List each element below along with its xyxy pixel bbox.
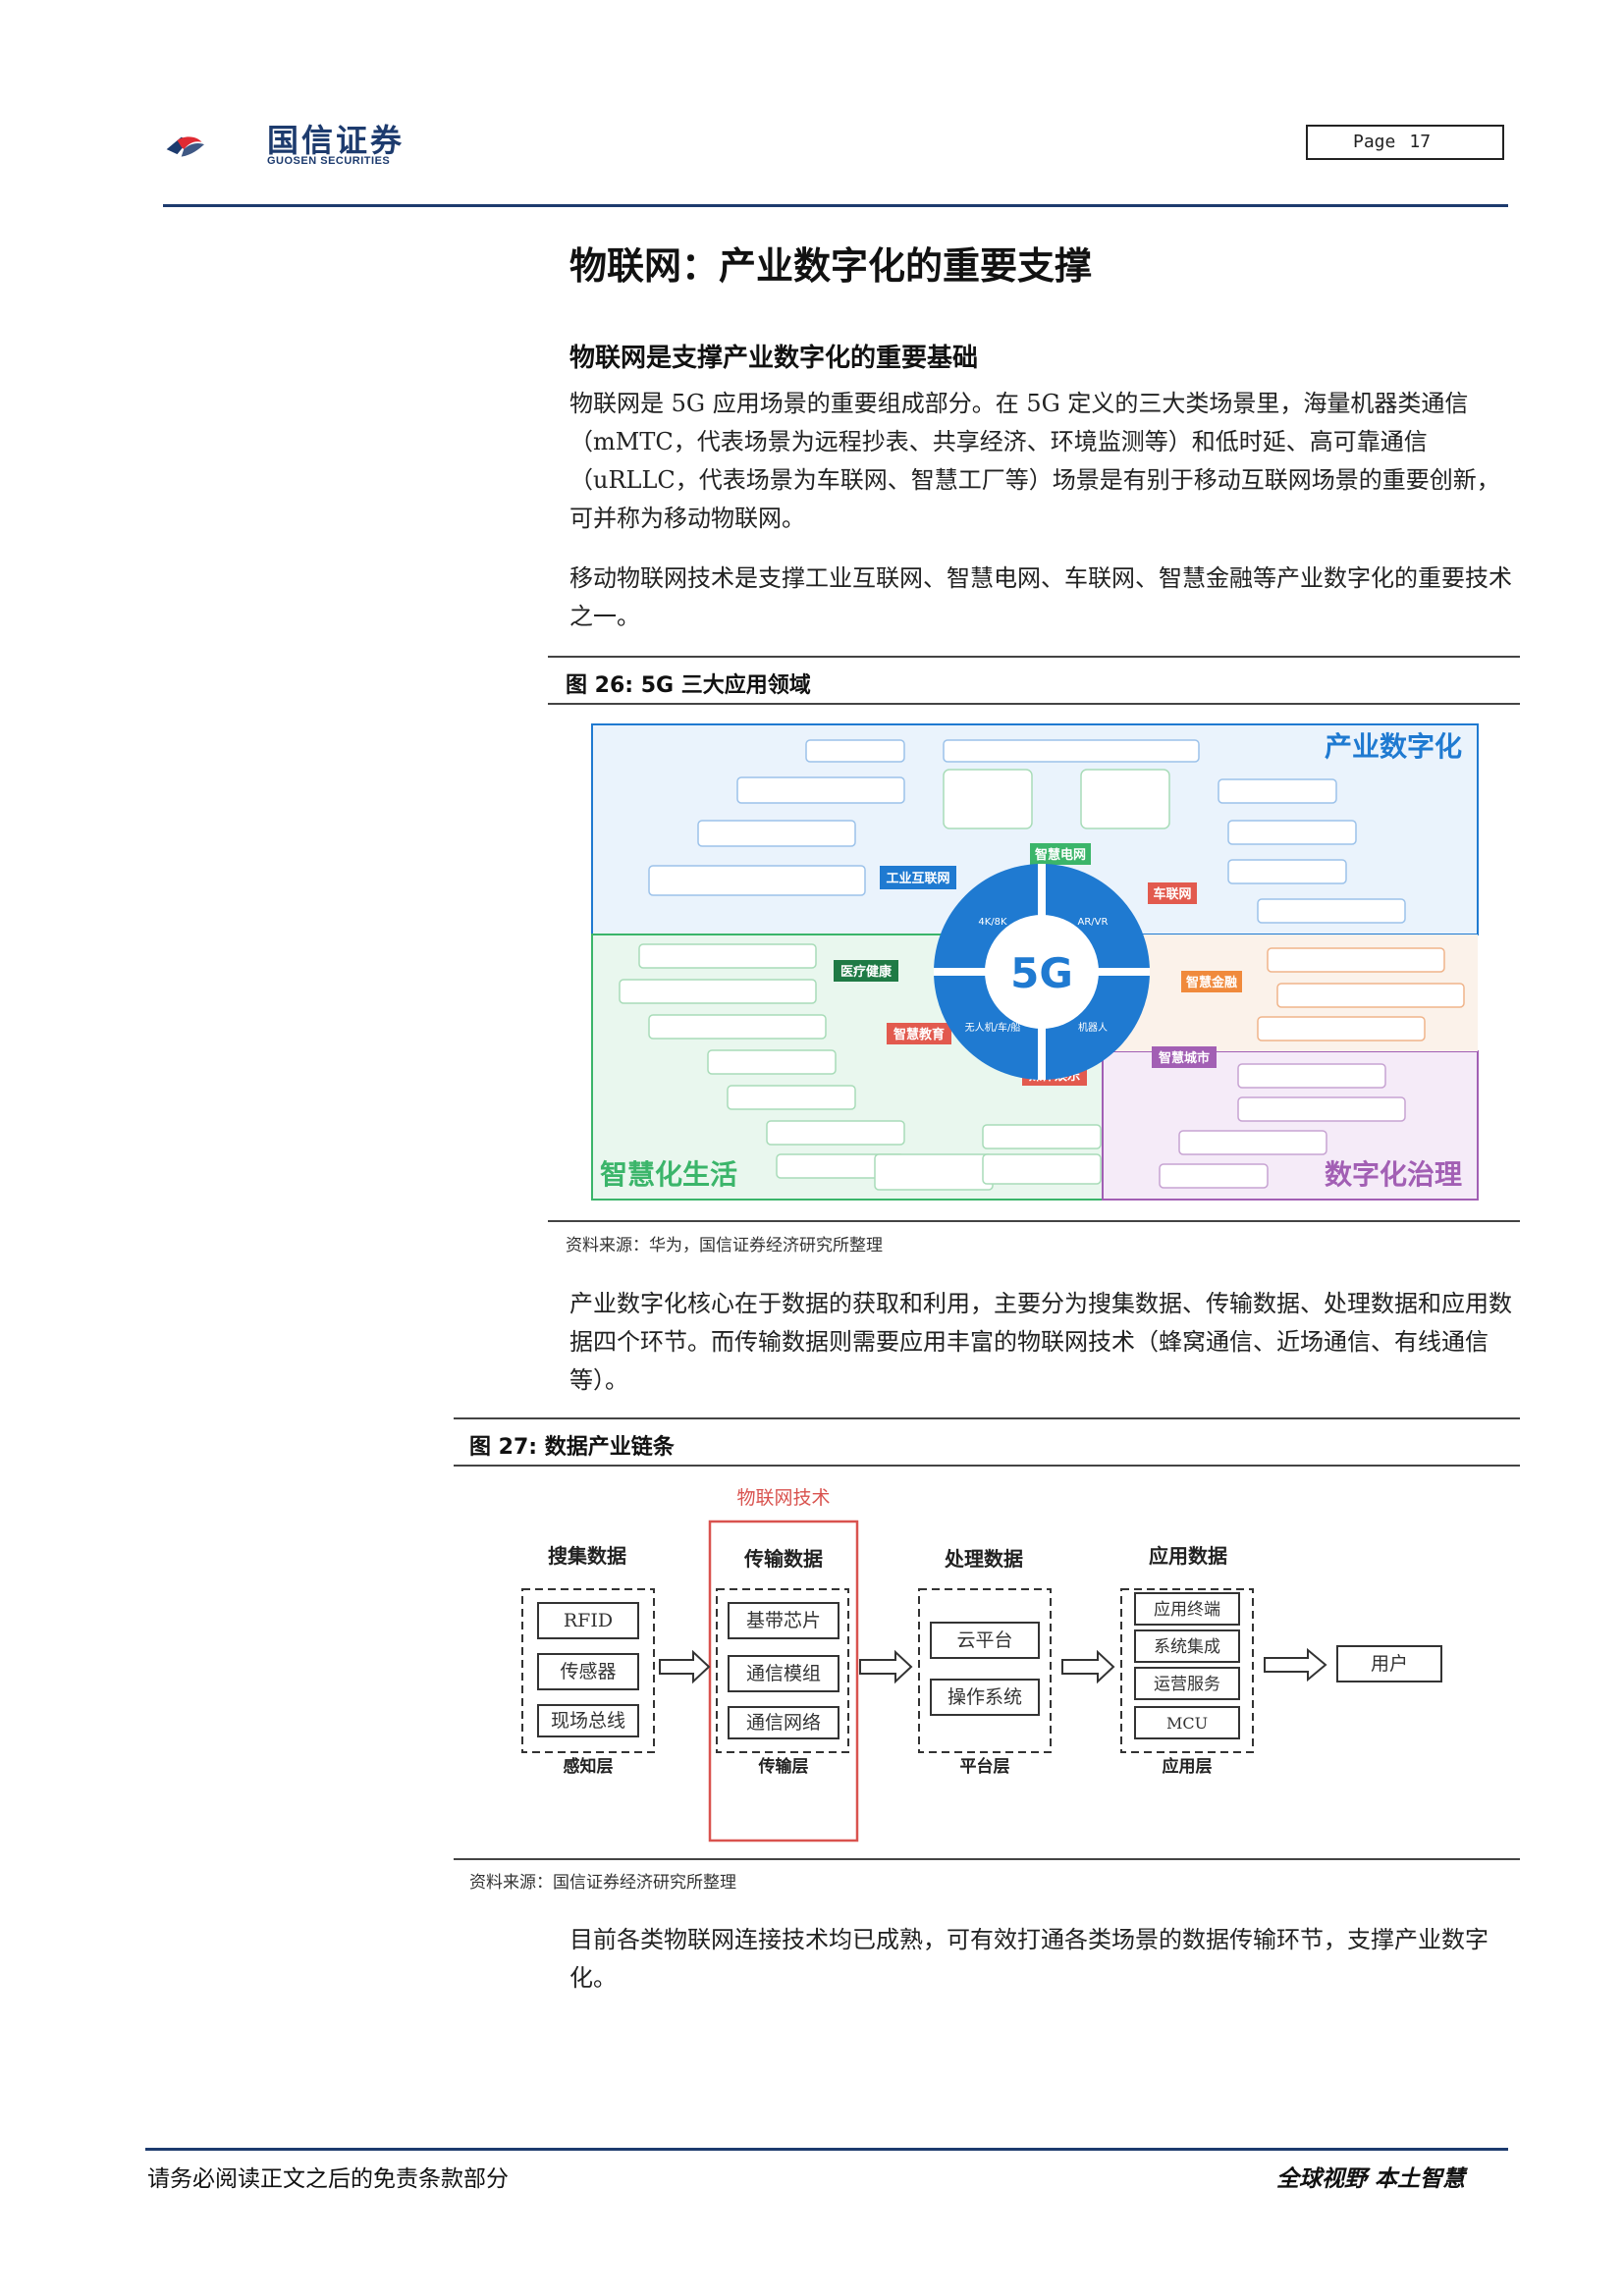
data-industry-chain-diagram: 物联网技术 搜集数据 传输数据 处理数据 应用数据 RFID 传感器 现场总线 … — [521, 1487, 1442, 1842]
figure-27-caption: 图 27: 数据产业链条 — [469, 1435, 675, 1460]
domain-smart-finance: 智慧金融 — [1186, 975, 1237, 990]
paragraph-2: 移动物联网技术是支撑工业互联网、智慧电网、车联网、智慧金融等产业数字化的重要技术… — [569, 564, 1512, 630]
iot-technology-label: 物联网技术 — [736, 1487, 830, 1509]
logo-subtitle: GUOSEN SECURITIES — [267, 155, 391, 167]
layer-perception: 感知层 — [564, 1756, 614, 1777]
item-operation-service: 运营服务 — [1154, 1675, 1220, 1694]
item-comm-network: 通信网络 — [746, 1712, 821, 1734]
item-rfid: RFID — [564, 1610, 613, 1631]
figure-26-caption: 图 26: 5G 三大应用领域 — [566, 673, 811, 698]
svg-text:机器人: 机器人 — [1078, 1021, 1108, 1034]
page-label: Page — [1353, 132, 1396, 152]
stage-apply-title: 应用数据 — [1149, 1544, 1227, 1568]
5g-application-diagram: 工业互联网 智慧电网 车联网 医疗健康 智慧金融 智慧教育 媒体娱乐 智慧城市 … — [591, 723, 1479, 1201]
item-os: 操作系统 — [947, 1686, 1022, 1708]
guosen-logo-icon — [166, 136, 204, 157]
svg-text:4K/8K: 4K/8K — [978, 917, 1007, 928]
domain-smart-city: 智慧城市 — [1159, 1050, 1210, 1066]
section-subtitle: 物联网是支撑产业数字化的重要基础 — [569, 344, 979, 373]
item-user: 用户 — [1371, 1653, 1408, 1675]
domain-smart-grid: 智慧电网 — [1035, 847, 1086, 863]
svg-text:无人机/车/船: 无人机/车/船 — [965, 1021, 1021, 1034]
slogan: 全球视野 本土智慧 — [1276, 2165, 1466, 2192]
paragraph-1: 物联网是 5G 应用场景的重要组成部分。在 5G 定义的三大类场景里，海量机器类… — [569, 390, 1500, 532]
header-rule — [163, 204, 1508, 207]
figure-26-source: 资料来源：华为，国信证券经济研究所整理 — [566, 1236, 883, 1255]
item-comm-module: 通信模组 — [746, 1663, 821, 1684]
item-baseband-chip: 基带芯片 — [746, 1610, 821, 1631]
svg-text:AR/VR: AR/VR — [1078, 917, 1109, 928]
stage-collect-title: 搜集数据 — [548, 1544, 626, 1568]
item-fieldbus: 现场总线 — [551, 1710, 625, 1732]
disclaimer-notice: 请务必阅读正文之后的免责条款部分 — [147, 2166, 509, 2192]
item-app-terminal: 应用终端 — [1154, 1600, 1220, 1620]
layer-platform: 平台层 — [960, 1756, 1010, 1777]
page-number: 17 — [1409, 132, 1432, 152]
figure-26-bottom-rule — [548, 1220, 1520, 1222]
figure-27-source: 资料来源：国信证券经济研究所整理 — [469, 1873, 736, 1893]
item-sensor: 传感器 — [560, 1661, 616, 1682]
layer-application: 应用层 — [1163, 1756, 1213, 1777]
paragraph-4: 目前各类物联网连接技术均已成熟，可有效打通各类场景的数据传输环节，支撑产业数字化… — [569, 1926, 1489, 1992]
5g-hub-icon: 5G 4K/8K AR/VR 无人机/车/船 机器人 — [934, 864, 1150, 1080]
region-label-governance: 数字化治理 — [1325, 1158, 1462, 1191]
svg-text:5G: 5G — [1010, 949, 1073, 997]
region-label-industrial: 产业数字化 — [1325, 730, 1462, 763]
domain-smart-education: 智慧教育 — [893, 1027, 945, 1042]
figure-26-top-rule — [548, 656, 1520, 658]
figure-27-top-rule — [454, 1417, 1520, 1419]
paragraph-3: 产业数字化核心在于数据的获取和利用，主要分为搜集数据、传输数据、处理数据和应用数… — [569, 1290, 1512, 1394]
region-label-smart-life: 智慧化生活 — [600, 1158, 737, 1191]
stage-process-title: 处理数据 — [944, 1547, 1023, 1571]
item-system-integration: 系统集成 — [1154, 1637, 1220, 1657]
figure-26-caption-rule — [548, 703, 1520, 705]
page-title: 物联网：产业数字化的重要支撑 — [569, 243, 1093, 288]
stage-transmit-title: 传输数据 — [743, 1547, 823, 1571]
layer-transmission: 传输层 — [758, 1756, 809, 1777]
domain-healthcare: 医疗健康 — [840, 964, 893, 980]
page-indicator: Page 17 — [1306, 125, 1504, 160]
domain-industrial-internet: 工业互联网 — [886, 871, 949, 886]
domain-connected-vehicles: 车联网 — [1153, 886, 1191, 902]
figure-27-caption-rule — [454, 1465, 1520, 1467]
figure-27-bottom-rule — [454, 1858, 1520, 1860]
footer-rule — [145, 2148, 1508, 2151]
item-cloud-platform: 云平台 — [956, 1629, 1012, 1651]
item-mcu: MCU — [1166, 1714, 1208, 1733]
